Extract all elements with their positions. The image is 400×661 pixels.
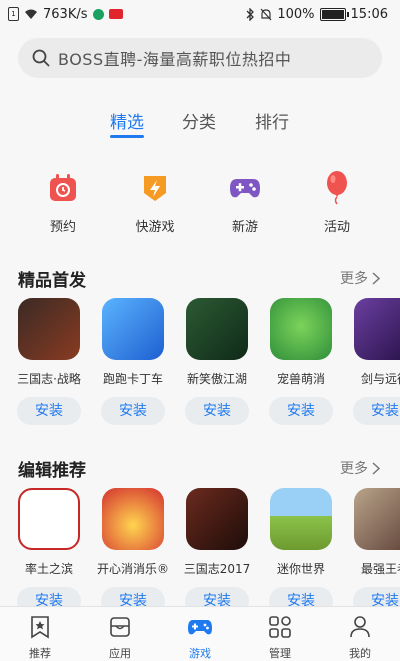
lightning-icon: [144, 176, 166, 201]
section-title: 精品首发: [18, 271, 86, 291]
nav-label: 推荐: [29, 647, 51, 660]
nav-label: 游戏: [189, 647, 211, 660]
app-name: 新笑傲江湖: [186, 372, 247, 386]
app-card[interactable]: 新笑傲江湖 安装: [175, 298, 259, 425]
status-bar: 1 763K/s 100% 15:06: [0, 0, 400, 28]
nav-label: 管理: [269, 647, 291, 660]
calendar-icon: [50, 174, 76, 201]
app-card[interactable]: 剑与远征 安装: [343, 298, 400, 425]
app-name: 宠兽萌消: [276, 372, 325, 386]
bottom-nav: 推荐 应用 游戏 管理 我的: [0, 606, 400, 661]
more-label: 更多: [340, 461, 368, 477]
app-icon: [270, 298, 332, 360]
gamepad-icon: [230, 179, 260, 198]
quick-link-label: 新游: [231, 220, 258, 235]
quick-link-new-games[interactable]: 新游: [210, 170, 280, 235]
app-name: 最强王者: [360, 562, 400, 576]
nav-apps[interactable]: 应用: [90, 615, 150, 661]
app-name: 迷你世界: [276, 562, 325, 576]
app-icon: [186, 298, 248, 360]
app-name: 率土之滨: [24, 562, 73, 576]
battery-percent: 100%: [277, 6, 315, 22]
app-box-icon: [110, 617, 130, 637]
more-link[interactable]: 更多: [340, 268, 380, 288]
top-tabs: 精选 分类 排行: [0, 108, 400, 144]
search-bar[interactable]: BOSS直聘-海量高薪职位热招中: [18, 38, 382, 78]
quick-link-label: 活动: [323, 220, 350, 235]
nav-games[interactable]: 游戏: [170, 615, 230, 661]
install-button[interactable]: 安装: [353, 397, 400, 425]
app-name: 开心消消乐®: [96, 562, 169, 576]
star-bookmark-icon: [31, 616, 49, 639]
nav-recommend[interactable]: 推荐: [10, 615, 70, 661]
app-card[interactable]: 迷你世界 安装: [259, 488, 343, 615]
chevron-right-icon: [372, 271, 380, 285]
quick-links: 预约 快游戏 新游 活动: [0, 170, 400, 240]
app-icon: [102, 488, 164, 550]
quick-link-label: 快游戏: [135, 220, 175, 235]
app-name: 三国志·战略: [17, 372, 81, 386]
app-icon: [102, 298, 164, 360]
app-card[interactable]: 三国志·战略 安装: [7, 298, 91, 425]
wifi-icon: [25, 9, 37, 19]
notification-app-icon: [92, 8, 104, 20]
install-button[interactable]: 安装: [185, 397, 249, 425]
nav-label: 应用: [109, 647, 131, 660]
install-button[interactable]: 安装: [17, 397, 81, 425]
install-button[interactable]: 安装: [101, 397, 165, 425]
quick-link-quick-game[interactable]: 快游戏: [120, 170, 190, 235]
more-label: 更多: [340, 271, 368, 287]
install-button[interactable]: 安装: [269, 397, 333, 425]
tab-featured[interactable]: 精选: [110, 108, 144, 133]
app-name: 跑跑卡丁车: [102, 372, 163, 386]
tab-ranking[interactable]: 排行: [255, 108, 289, 133]
quick-link-events[interactable]: 活动: [302, 170, 372, 235]
app-card[interactable]: 宠兽萌消 安装: [259, 298, 343, 425]
network-speed: 763K/s: [43, 6, 88, 22]
bluetooth-icon: [246, 7, 255, 21]
more-link[interactable]: 更多: [340, 458, 380, 478]
app-icon: [270, 488, 332, 550]
app-name: 剑与远征: [360, 372, 400, 386]
app-name: 三国志2017: [183, 562, 251, 576]
app-icon: [18, 488, 80, 550]
chevron-right-icon: [372, 461, 380, 475]
huawei-icon: [108, 9, 123, 19]
mute-bell-icon: [260, 8, 272, 20]
quick-link-reserve[interactable]: 预约: [28, 170, 98, 235]
clock: 15:06: [350, 6, 388, 22]
app-icon: [18, 298, 80, 360]
app-icon: [186, 488, 248, 550]
app-card[interactable]: 三国志2017 安装: [175, 488, 259, 615]
app-icon: [354, 488, 400, 550]
gamepad-icon: [188, 620, 212, 635]
nav-profile[interactable]: 我的: [330, 615, 390, 661]
battery-icon: [319, 7, 349, 21]
sim-icon: 1: [8, 7, 19, 21]
app-icon: [354, 298, 400, 360]
active-tab-indicator: [110, 135, 144, 138]
app-card[interactable]: 跑跑卡丁车 安装: [91, 298, 175, 425]
app-card[interactable]: 最强王者 安装: [343, 488, 400, 615]
person-icon: [350, 616, 370, 638]
featured-apps-row: 三国志·战略 安装 跑跑卡丁车 安装 新笑傲江湖 安装 宠兽萌消 安装 剑与远征…: [0, 298, 400, 438]
search-icon: [32, 49, 50, 67]
app-card[interactable]: 开心消消乐® 安装: [91, 488, 175, 615]
nav-label: 我的: [349, 647, 371, 660]
app-card[interactable]: 率土之滨 安装: [7, 488, 91, 615]
section-title: 编辑推荐: [18, 461, 86, 481]
grid-manage-icon: [269, 616, 291, 638]
quick-link-label: 预约: [49, 220, 76, 235]
nav-manage[interactable]: 管理: [250, 615, 310, 661]
balloon-icon: [327, 171, 347, 205]
search-placeholder: BOSS直聘-海量高薪职位热招中: [58, 50, 292, 69]
tab-category[interactable]: 分类: [182, 108, 216, 133]
